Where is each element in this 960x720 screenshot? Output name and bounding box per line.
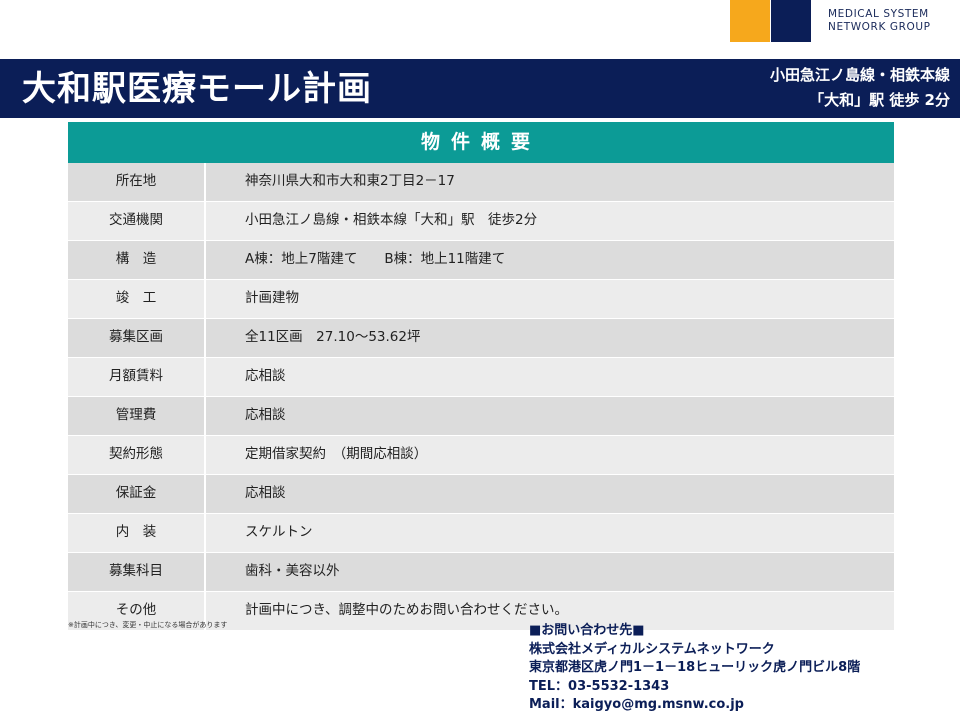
row-label: 月額賃料	[68, 358, 206, 396]
row-label: 募集科目	[68, 553, 206, 591]
logo-line-1: MEDICAL SYSTEM	[828, 8, 929, 20]
row-label: 契約形態	[68, 436, 206, 474]
contact-tel: TEL：03-5532-1343	[529, 678, 670, 694]
contact-heading: ■お問い合わせ先■	[529, 623, 645, 638]
row-value: 計画中につき、調整中のためお問い合わせください。	[245, 602, 569, 618]
row-value: 応相談	[245, 368, 286, 384]
row-value: 応相談	[245, 485, 286, 501]
logo-orange-square	[730, 0, 770, 42]
row-value: 小田急江ノ島線・相鉄本線「大和」駅 徒歩2分	[245, 212, 538, 228]
table-row: 構 造 A棟：地上7階建て B棟：地上11階建て	[68, 241, 894, 280]
row-label: 竣 工	[68, 280, 206, 318]
table-row: 契約形態 定期借家契約 （期間応相談）	[68, 436, 894, 475]
title-band: 大和駅医療モール計画 小田急江ノ島線・相鉄本線 「大和」駅 徒歩 2分	[0, 59, 960, 118]
table-row: 保証金 応相談	[68, 475, 894, 514]
row-label: 管理費	[68, 397, 206, 435]
logo-navy-square	[771, 0, 811, 42]
row-value: 神奈川県大和市大和東2丁目2－17	[245, 173, 455, 189]
contact-block: ■お問い合わせ先■ 株式会社メディカルシステムネットワーク 東京都港区虎ノ門1－…	[529, 622, 860, 715]
page-title: 大和駅医療モール計画	[22, 69, 372, 109]
access-line-1: 小田急江ノ島線・相鉄本線	[769, 66, 950, 84]
row-label: 保証金	[68, 475, 206, 513]
contact-mail: Mail：kaigyo@mg.msnw.co.jp	[529, 697, 744, 712]
row-value: スケルトン	[245, 524, 313, 540]
row-value: 応相談	[245, 407, 286, 423]
footnote: ※計画中につき、変更・中止になる場合があります	[68, 621, 228, 629]
row-value: 歯科・美容以外	[245, 563, 340, 579]
table-row: 内 装 スケルトン	[68, 514, 894, 553]
company-logo-mark	[730, 0, 811, 42]
row-label: 内 装	[68, 514, 206, 552]
row-value: A棟：地上7階建て B棟：地上11階建て	[245, 251, 506, 267]
table-row: 竣 工 計画建物	[68, 280, 894, 319]
table-body: 所在地 神奈川県大和市大和東2丁目2－17 交通機関 小田急江ノ島線・相鉄本線「大和」…	[68, 163, 894, 631]
row-value: 定期借家契約 （期間応相談）	[245, 446, 428, 462]
logo-line-2: NETWORK GROUP	[828, 21, 931, 33]
table-row: 月額賃料 応相談	[68, 358, 894, 397]
access-line-2: 「大和」駅 徒歩 2分	[809, 91, 950, 109]
row-value: 計画建物	[245, 290, 299, 306]
row-label: 交通機関	[68, 202, 206, 240]
table-row: 交通機関 小田急江ノ島線・相鉄本線「大和」駅 徒歩2分	[68, 202, 894, 241]
access-info: 小田急江ノ島線・相鉄本線 「大和」駅 徒歩 2分	[770, 63, 950, 113]
row-label: 所在地	[68, 163, 206, 201]
property-overview-table: 物件概要 所在地 神奈川県大和市大和東2丁目2－17 交通機関 小田急江ノ島線・相鉄本…	[68, 122, 894, 631]
row-label: 構 造	[68, 241, 206, 279]
table-row: 管理費 応相談	[68, 397, 894, 436]
row-label: 募集区画	[68, 319, 206, 357]
table-row: 募集科目 歯科・美容以外	[68, 553, 894, 592]
contact-company: 株式会社メディカルシステムネットワーク	[529, 641, 775, 657]
table-heading: 物件概要	[68, 122, 894, 163]
table-row: 所在地 神奈川県大和市大和東2丁目2－17	[68, 163, 894, 202]
company-logo-text: MEDICAL SYSTEM NETWORK GROUP	[828, 8, 931, 34]
contact-address: 東京都港区虎ノ門1－1－18ヒューリック虎ノ門ビル8階	[529, 660, 861, 675]
row-value: 全11区画 27.10～53.62坪	[245, 329, 421, 345]
table-row: 募集区画 全11区画 27.10～53.62坪	[68, 319, 894, 358]
